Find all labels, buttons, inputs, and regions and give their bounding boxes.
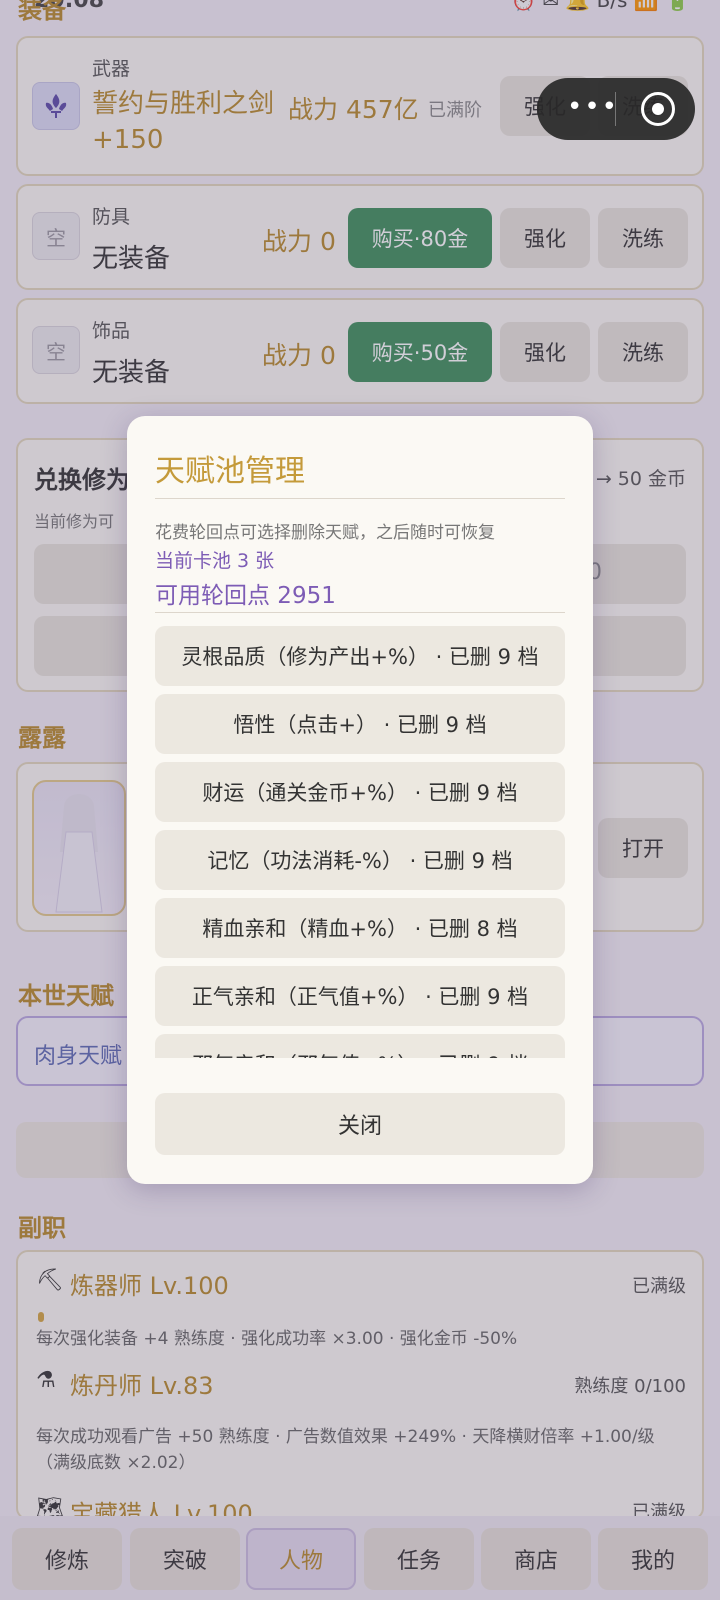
talent-item[interactable]: 记忆（功法消耗-%） · 已删 9 档 <box>155 830 565 890</box>
modal-close-button[interactable]: 关闭 <box>155 1093 565 1155</box>
talent-list[interactable]: 灵根品质（修为产出+%） · 已删 9 档 悟性（点击+） · 已删 9 档 财… <box>155 626 565 1058</box>
app-page: 20:08 ⏰ ✉ 🔔 B/s 📶 🔋 装备 武器 誓约与胜利之剑 +150 战… <box>0 0 720 1600</box>
modal-description: 花费轮回点可选择删除天赋，之后随时可恢复 <box>155 523 495 543</box>
talent-pool-modal: 天赋池管理 花费轮回点可选择删除天赋，之后随时可恢复 当前卡池 3 张 可用轮回… <box>127 416 593 1184</box>
pool-count: 当前卡池 3 张 <box>155 550 275 572</box>
modal-title: 天赋池管理 <box>155 454 305 489</box>
talent-item[interactable]: 悟性（点击+） · 已删 9 档 <box>155 694 565 754</box>
miniprogram-capsule: ••• <box>537 78 695 140</box>
talent-item[interactable]: 正气亲和（正气值+%） · 已删 9 档 <box>155 966 565 1026</box>
talent-item[interactable]: 灵根品质（修为产出+%） · 已删 9 档 <box>155 626 565 686</box>
modal-divider <box>155 612 565 613</box>
capsule-divider <box>615 92 616 126</box>
close-target-icon[interactable] <box>641 92 675 126</box>
talent-item[interactable]: 精血亲和（精血+%） · 已删 8 档 <box>155 898 565 958</box>
talent-item[interactable]: 财运（通关金币+%） · 已删 9 档 <box>155 762 565 822</box>
talent-item[interactable]: 邪气亲和（邪气值+%） · 已删 9 档 <box>155 1034 565 1058</box>
rebirth-points: 可用轮回点 2951 <box>155 583 336 609</box>
modal-divider <box>155 498 565 499</box>
more-icon[interactable]: ••• <box>567 94 619 120</box>
